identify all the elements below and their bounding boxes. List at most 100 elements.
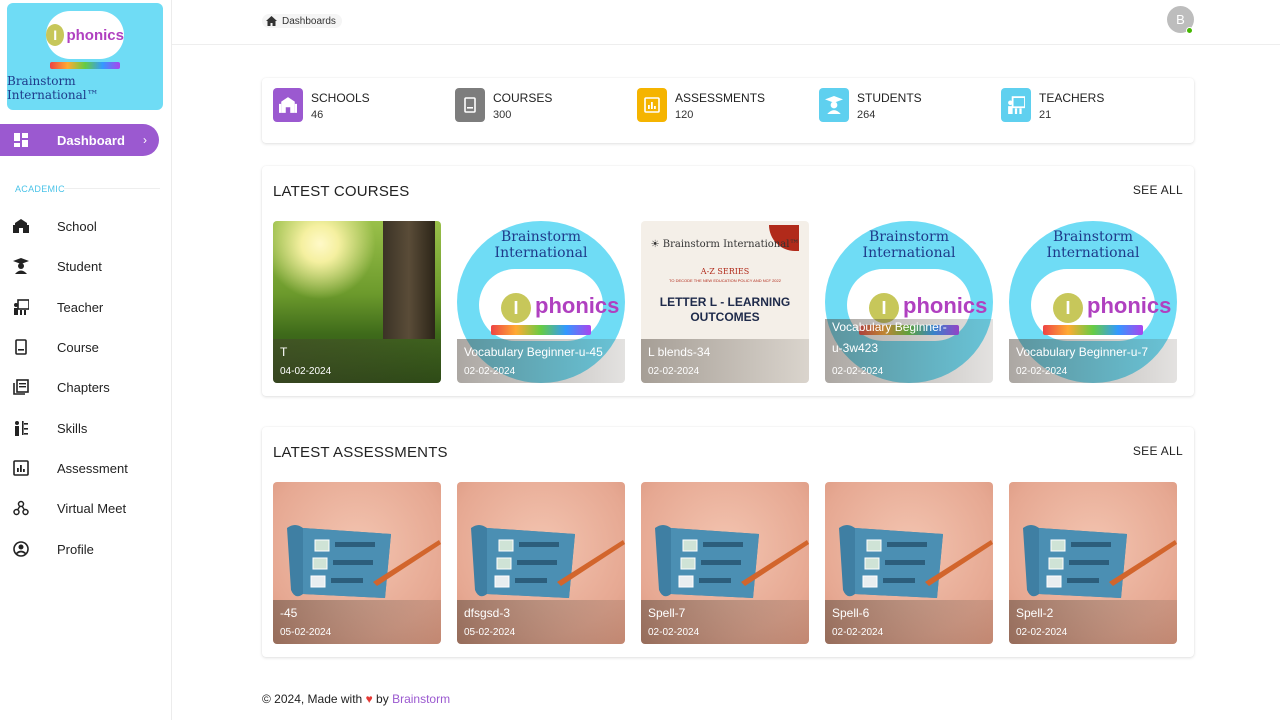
- course-tile[interactable]: Brainstorm International Iphonics Vocabu…: [1009, 221, 1177, 383]
- sidebar-item-label: Skills: [57, 420, 88, 436]
- assessment-date: 02-02-2024: [648, 627, 700, 638]
- thumb-arc-text: Brainstorm International: [494, 229, 588, 261]
- divider: [64, 188, 160, 189]
- thumb-letter: I: [501, 293, 531, 323]
- assessment-tile[interactable]: dfsgsd-3 05-02-2024: [457, 482, 625, 644]
- stat-value: 46: [311, 109, 324, 121]
- footer-by: by: [376, 692, 389, 706]
- footer-text: © 2024, Made with: [262, 692, 363, 706]
- thumb-word: phonics: [1087, 293, 1172, 318]
- course-tile[interactable]: T 04-02-2024: [273, 221, 441, 383]
- logo-strip: [50, 62, 120, 69]
- logo-cloud: I phonics: [46, 11, 124, 59]
- sidebar-item-virtual-meet[interactable]: Virtual Meet: [0, 493, 170, 523]
- stat-value: 264: [857, 109, 876, 121]
- course-name: L blends-34: [648, 345, 711, 359]
- see-all-assessments-button[interactable]: SEE ALL: [1133, 444, 1183, 458]
- footer: © 2024, Made with ♥ by Brainstorm: [262, 692, 450, 706]
- course-icon: [15, 339, 27, 355]
- sidebar-item-label: Assessment: [57, 460, 128, 476]
- thumb-arc-text: Brainstorm International: [862, 229, 956, 261]
- sidebar-item-label: Dashboard: [57, 132, 125, 148]
- sidebar-item-skills[interactable]: Skills: [0, 413, 170, 443]
- online-status-dot: [1186, 27, 1193, 34]
- stats-card: SCHOOLS 46 COURSES 300 ASSESSMENTS 120 S…: [262, 78, 1194, 143]
- stat-icon-box: [455, 88, 485, 122]
- brand-logo[interactable]: I phonics Brainstorm International™: [7, 3, 163, 110]
- assessment-tile[interactable]: Spell-2 02-02-2024: [1009, 482, 1177, 644]
- latest-courses-card: LATEST COURSES SEE ALL T 04-02-2024 Brai…: [262, 166, 1194, 396]
- top-bar: Dashboards B: [172, 0, 1280, 45]
- stat-label: ASSESSMENTS: [675, 91, 766, 105]
- assessment-tile[interactable]: Spell-7 02-02-2024: [641, 482, 809, 644]
- section-title: LATEST COURSES: [273, 183, 410, 200]
- school-icon: [279, 97, 297, 113]
- assessment-tile[interactable]: -45 05-02-2024: [273, 482, 441, 644]
- assessment-name: -45: [280, 606, 298, 620]
- section-label: ACADEMIC: [15, 184, 65, 194]
- teacher-icon: [1008, 96, 1025, 114]
- stat-value: 120: [675, 109, 694, 121]
- sidebar-item-assessment[interactable]: Assessment: [0, 453, 170, 483]
- virtual-meet-icon: [13, 500, 29, 516]
- sidebar-item-school[interactable]: School: [0, 211, 170, 241]
- sidebar-item-label: Chapters: [57, 379, 110, 395]
- see-all-courses-button[interactable]: SEE ALL: [1133, 183, 1183, 197]
- thumb-heading: LETTER L - LEARNING OUTCOMES: [659, 295, 791, 324]
- stat-value: 300: [493, 109, 512, 121]
- thumb-brand: ☀ Brainstorm International™: [650, 239, 800, 250]
- course-tile[interactable]: ☀ Brainstorm International™ A-Z SERIES T…: [641, 221, 809, 383]
- student-icon: [825, 96, 843, 114]
- teacher-icon: [14, 299, 29, 315]
- sidebar-item-chapters[interactable]: Chapters: [0, 372, 170, 402]
- course-date: 04-02-2024: [280, 366, 332, 377]
- course-name: Vocabulary Beginner-u-7: [1016, 345, 1149, 359]
- breadcrumb-label: Dashboards: [282, 15, 336, 27]
- course-date: 02-02-2024: [832, 366, 884, 377]
- thumb-word: phonics: [903, 293, 988, 318]
- footer-brand-link[interactable]: Brainstorm: [392, 692, 450, 706]
- assessment-name: Spell-7: [648, 606, 686, 620]
- course-date: 02-02-2024: [464, 366, 516, 377]
- assessment-date: 05-02-2024: [280, 627, 332, 638]
- stat-icon-box: [819, 88, 849, 122]
- course-tile[interactable]: Brainstorm International Iphonics Vocabu…: [825, 221, 993, 383]
- assessment-name: dfsgsd-3: [464, 606, 511, 620]
- course-name: Vocabulary Beginner-u-3w423: [832, 320, 947, 355]
- breadcrumb[interactable]: Dashboards: [262, 14, 342, 28]
- assessment-name: Spell-6: [832, 606, 870, 620]
- assessment-date: 02-02-2024: [1016, 627, 1068, 638]
- stat-label: STUDENTS: [857, 91, 922, 105]
- course-date: 02-02-2024: [648, 366, 700, 377]
- sidebar-item-course[interactable]: Course: [0, 332, 170, 362]
- thumb-arc-text: Brainstorm International: [1046, 229, 1140, 261]
- assessment-date: 05-02-2024: [464, 627, 516, 638]
- course-tile[interactable]: Brainstorm International Iphonics Vocabu…: [457, 221, 625, 383]
- sidebar-item-student[interactable]: Student: [0, 251, 170, 281]
- stat-value: 21: [1039, 109, 1052, 121]
- thumb-letter: I: [1053, 293, 1083, 323]
- course-date: 02-02-2024: [1016, 366, 1068, 377]
- skills-icon: [15, 421, 28, 436]
- dashboard-icon: [14, 133, 28, 147]
- assessment-tile[interactable]: Spell-6 02-02-2024: [825, 482, 993, 644]
- sidebar-item-dashboard[interactable]: Dashboard ›: [0, 124, 159, 156]
- thumb-sub: TO DECODE THE NEW EDUCATION POLICY AND N…: [669, 278, 781, 283]
- stat-label: COURSES: [493, 91, 553, 105]
- chevron-right-icon: ›: [143, 133, 147, 147]
- stat-label: TEACHERS: [1039, 91, 1105, 105]
- profile-icon: [13, 541, 29, 557]
- logo-word: phonics: [66, 26, 124, 44]
- stat-icon-box: [637, 88, 667, 122]
- sidebar-item-teacher[interactable]: Teacher: [0, 292, 170, 322]
- sidebar-item-profile[interactable]: Profile: [0, 534, 170, 564]
- sidebar-item-label: Student: [57, 258, 102, 274]
- sidebar-item-label: Teacher: [57, 299, 104, 315]
- sidebar-item-label: Virtual Meet: [57, 500, 127, 516]
- thumb-series: A-Z SERIES: [700, 267, 750, 276]
- thumb-word: phonics: [535, 293, 620, 318]
- logo-brand-text: Brainstorm International™: [7, 74, 99, 102]
- home-icon: [266, 16, 277, 26]
- course-name: Vocabulary Beginner-u-45: [464, 345, 603, 359]
- course-name: T: [280, 345, 288, 359]
